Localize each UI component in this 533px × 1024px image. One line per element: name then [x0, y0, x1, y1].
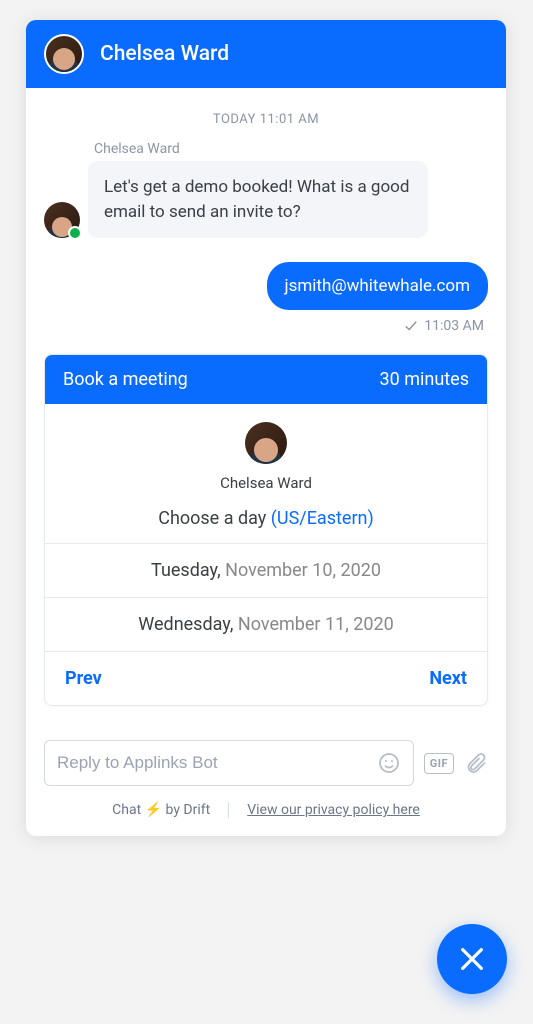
- close-chat-button[interactable]: [437, 924, 507, 994]
- date-divider: TODAY 11:01 AM: [44, 112, 488, 127]
- bolt-icon: ⚡: [145, 802, 162, 818]
- meeting-nav: Prev Next: [45, 651, 487, 705]
- reply-input[interactable]: [57, 753, 377, 773]
- meeting-card: Book a meeting 30 minutes Chelsea Ward C…: [44, 354, 488, 706]
- option-day: Wednesday,: [138, 614, 238, 635]
- outgoing-time: 11:03 AM: [424, 318, 484, 334]
- chat-window: Chelsea Ward TODAY 11:01 AM Chelsea Ward…: [26, 20, 506, 836]
- incoming-bubble: Let's get a demo booked! What is a good …: [88, 161, 428, 238]
- privacy-link[interactable]: View our privacy policy here: [247, 802, 420, 818]
- choose-label: Choose a day: [158, 508, 271, 529]
- powered-by: Chat ⚡ by Drift: [112, 802, 210, 818]
- option-date: November 10, 2020: [225, 560, 381, 581]
- outgoing-message-row: jsmith@whitewhale.com: [44, 262, 488, 310]
- paperclip-icon[interactable]: [464, 751, 488, 775]
- delivered-check-icon: [404, 319, 418, 333]
- outgoing-meta: 11:03 AM: [44, 318, 488, 334]
- header-name: Chelsea Ward: [100, 42, 229, 66]
- incoming-message-row: Let's get a demo booked! What is a good …: [44, 161, 488, 238]
- meeting-duration: 30 minutes: [380, 369, 469, 390]
- meeting-day-option[interactable]: Wednesday, November 11, 2020: [45, 597, 487, 651]
- incoming-avatar-wrap: [44, 202, 80, 238]
- next-button[interactable]: Next: [429, 668, 467, 689]
- footer-separator: [228, 802, 229, 818]
- meeting-card-body: Chelsea Ward Choose a day (US/Eastern) T…: [45, 404, 487, 705]
- meeting-card-header: Book a meeting 30 minutes: [45, 355, 487, 404]
- timezone-link[interactable]: (US/Eastern): [271, 508, 374, 529]
- chat-body: TODAY 11:01 AM Chelsea Ward Let's get a …: [26, 88, 506, 740]
- outgoing-bubble: jsmith@whitewhale.com: [267, 262, 488, 310]
- header-avatar: [44, 34, 84, 74]
- meeting-title: Book a meeting: [63, 369, 188, 390]
- chat-header: Chelsea Ward: [26, 20, 506, 88]
- meeting-host-name: Chelsea Ward: [45, 474, 487, 492]
- option-day: Tuesday,: [151, 560, 225, 581]
- meeting-choose-day: Choose a day (US/Eastern): [45, 508, 487, 529]
- chat-footer: Chat ⚡ by Drift View our privacy policy …: [26, 798, 506, 836]
- option-date: November 11, 2020: [238, 614, 394, 635]
- emoji-icon[interactable]: [377, 751, 401, 775]
- composer-row: GIF: [26, 740, 506, 798]
- powered-suffix: by Drift: [162, 802, 210, 818]
- close-icon: [456, 943, 488, 975]
- powered-prefix: Chat: [112, 802, 145, 818]
- message-sender-label: Chelsea Ward: [94, 141, 488, 157]
- meeting-host-avatar: [245, 422, 287, 464]
- presence-indicator-icon: [68, 226, 82, 240]
- composer[interactable]: [44, 740, 414, 786]
- gif-button[interactable]: GIF: [424, 753, 454, 774]
- meeting-day-option[interactable]: Tuesday, November 10, 2020: [45, 543, 487, 597]
- prev-button[interactable]: Prev: [65, 668, 102, 689]
